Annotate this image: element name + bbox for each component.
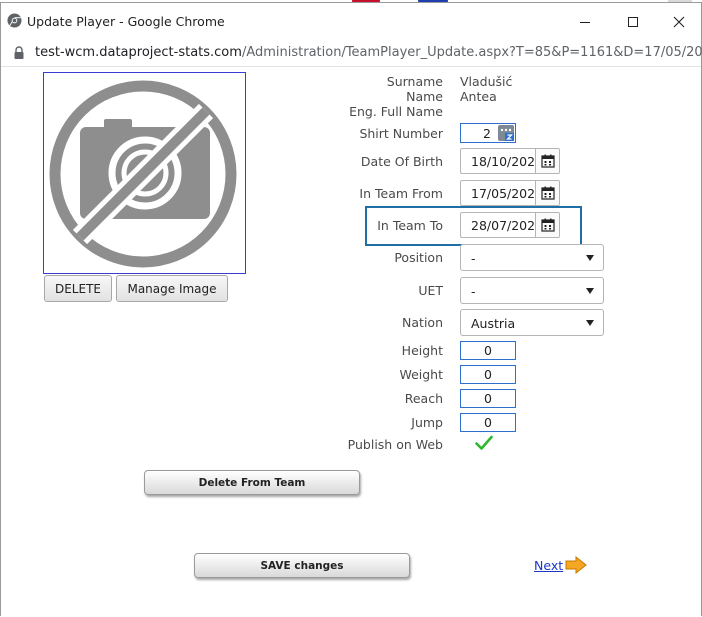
- shirt-number-value: 2: [483, 126, 491, 141]
- calendar-button[interactable]: [535, 149, 559, 173]
- weight-label: Weight: [399, 367, 443, 382]
- close-icon: [673, 16, 685, 28]
- no-photo-icon: [49, 80, 237, 268]
- shirt-number-input[interactable]: 2: [460, 123, 516, 143]
- maximize-icon: [628, 17, 638, 27]
- surname-label: Surname: [386, 74, 443, 89]
- delete-from-team-button[interactable]: Delete From Team: [144, 470, 360, 495]
- lock-icon: [14, 46, 24, 59]
- nation-value: Austria: [471, 316, 516, 331]
- reach-input[interactable]: 0: [460, 389, 516, 408]
- url-host: test-wcm.dataproject-stats.com: [35, 45, 242, 60]
- in-team-to-label: In Team To: [377, 218, 443, 233]
- calendar-button[interactable]: [535, 181, 559, 205]
- next-link[interactable]: Next: [534, 558, 563, 573]
- position-select[interactable]: -: [460, 244, 604, 271]
- maximize-button[interactable]: [613, 9, 653, 35]
- uet-select[interactable]: -: [460, 277, 604, 304]
- position-value: -: [471, 251, 476, 266]
- in-team-to-value: 28/07/2022: [471, 218, 537, 233]
- dropdown-arrow-icon: [586, 255, 594, 261]
- uet-value: -: [471, 284, 476, 299]
- jump-label: Jump: [411, 415, 443, 430]
- dob-date-input[interactable]: 18/10/2021: [460, 148, 560, 174]
- reach-label: Reach: [404, 391, 443, 406]
- close-button[interactable]: [659, 9, 699, 35]
- title-bar: Update Player - Google Chrome: [1, 3, 701, 39]
- delete-image-button[interactable]: DELETE: [44, 275, 112, 302]
- publish-on-web-label: Publish on Web: [347, 437, 443, 452]
- dropdown-arrow-icon: [586, 320, 594, 326]
- height-input[interactable]: 0: [460, 341, 516, 360]
- weight-input[interactable]: 0: [460, 365, 516, 384]
- next-arrow-icon[interactable]: [565, 556, 587, 574]
- name-label: Name: [406, 89, 443, 104]
- uet-label: UET: [418, 283, 443, 298]
- nation-select[interactable]: Austria: [460, 309, 604, 336]
- in-team-from-date-input[interactable]: 17/05/2022: [460, 180, 560, 206]
- manage-image-button[interactable]: Manage Image: [116, 275, 228, 302]
- window-title: Update Player - Google Chrome: [27, 14, 225, 29]
- calendar-button[interactable]: [535, 213, 559, 237]
- calendar-icon: [540, 218, 555, 232]
- publish-checkmark-icon[interactable]: [475, 435, 493, 451]
- minimize-icon: [580, 22, 590, 23]
- surname-value: Vladušić: [460, 74, 513, 89]
- height-label: Height: [401, 343, 443, 358]
- browser-window: Update Player - Google Chrome test-wcm.d…: [0, 2, 702, 616]
- eng-full-name-label: Eng. Full Name: [349, 104, 443, 119]
- url-path: /Administration/TeamPlayer_Update.aspx?T…: [241, 45, 702, 60]
- calendar-icon: [540, 154, 555, 168]
- jump-input[interactable]: 0: [460, 413, 516, 432]
- in-team-to-date-input[interactable]: 28/07/2022: [460, 212, 560, 238]
- name-value: Antea: [460, 89, 497, 104]
- minimize-button[interactable]: [565, 9, 605, 35]
- dropdown-arrow-icon: [586, 288, 594, 294]
- url-text: test-wcm.dataproject-stats.com/Administr…: [35, 45, 702, 60]
- in-team-from-label: In Team From: [359, 186, 443, 201]
- player-photo: [43, 72, 246, 274]
- dob-value: 18/10/2021: [471, 154, 537, 169]
- dob-label: Date Of Birth: [360, 154, 443, 169]
- in-team-from-value: 17/05/2022: [471, 186, 537, 201]
- page-content: DELETE Manage Image Surname Vladušić Nam…: [1, 68, 701, 616]
- chrome-icon: [7, 13, 22, 28]
- save-changes-button[interactable]: SAVE changes: [194, 553, 410, 578]
- address-bar[interactable]: test-wcm.dataproject-stats.com/Administr…: [1, 39, 702, 67]
- position-label: Position: [394, 250, 443, 265]
- shirt-number-label: Shirt Number: [359, 126, 443, 141]
- number-picker-icon[interactable]: [498, 125, 514, 141]
- nation-label: Nation: [402, 315, 443, 330]
- calendar-icon: [540, 186, 555, 200]
